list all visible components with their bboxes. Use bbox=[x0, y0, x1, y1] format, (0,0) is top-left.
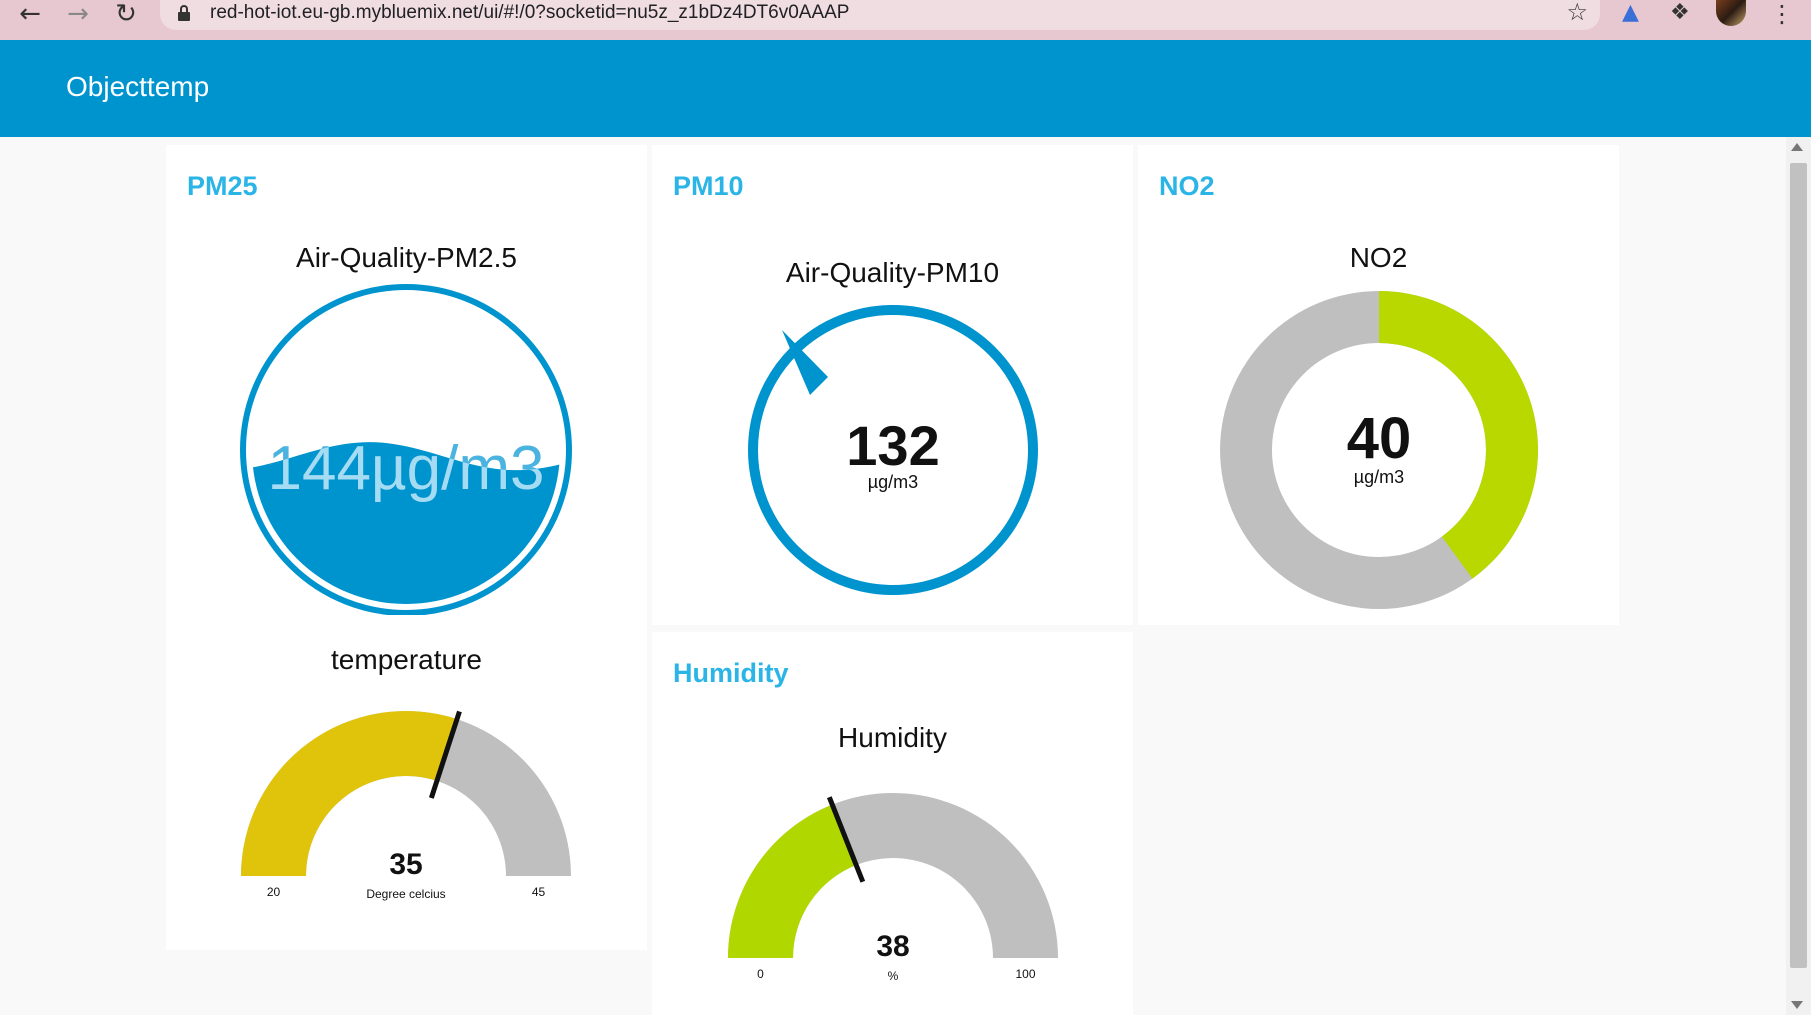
humidity-gauge-max: 100 bbox=[1015, 967, 1035, 981]
temperature-gauge-fill bbox=[241, 711, 457, 876]
liquid-gauge: 144µg/m3 144µg/m3 bbox=[240, 284, 572, 615]
liquid-gauge-label: Air-Quality-PM2.5 bbox=[296, 242, 517, 273]
star-icon[interactable]: ☆ bbox=[1566, 0, 1588, 26]
temperature-gauge-max: 45 bbox=[532, 885, 546, 899]
donut-gauge: 40 µg/m3 bbox=[1220, 291, 1538, 609]
group-humidity: Humidity Humidity 38 % 0 100 bbox=[652, 632, 1133, 1015]
compass-gauge-unit: µg/m3 bbox=[868, 472, 918, 492]
url-text[interactable]: red-hot-iot.eu-gb.mybluemix.net/ui/#!/0?… bbox=[210, 2, 849, 24]
scroll-thumb[interactable] bbox=[1790, 163, 1807, 968]
reload-icon[interactable]: ↻ bbox=[108, 0, 144, 29]
compass-gauge: 132 µg/m3 bbox=[748, 305, 1038, 595]
humidity-gauge-fill bbox=[728, 804, 857, 958]
graduation-cap-icon[interactable]: ▲ bbox=[1622, 0, 1639, 25]
kebab-menu-icon[interactable]: ⋮ bbox=[1770, 0, 1794, 28]
humidity-gauge: 38 % 0 100 bbox=[728, 792, 1058, 983]
forward-arrow-icon[interactable]: → bbox=[60, 0, 96, 29]
scroll-up-icon[interactable] bbox=[1791, 143, 1803, 151]
temperature-gauge: 35 Degree celcius 20 45 bbox=[241, 710, 571, 901]
page-scrollbar[interactable] bbox=[1786, 137, 1811, 1015]
group-title-pm25: PM25 bbox=[187, 171, 258, 201]
humidity-gauge-value: 38 bbox=[876, 930, 909, 963]
group-title-no2: NO2 bbox=[1159, 171, 1215, 201]
compass-gauge-value: 132 bbox=[846, 414, 939, 477]
scroll-down-icon[interactable] bbox=[1791, 1001, 1803, 1009]
group-pm25: PM25 Air-Quality-PM2.5 144µg/m3 144µg/m3… bbox=[166, 145, 647, 950]
address-bar[interactable]: red-hot-iot.eu-gb.mybluemix.net/ui/#!/0?… bbox=[160, 0, 1600, 30]
avatar[interactable] bbox=[1716, 0, 1746, 26]
humidity-gauge-label: Humidity bbox=[838, 722, 947, 753]
group-pm10: PM10 Air-Quality-PM10 132 µg/m3 bbox=[652, 145, 1133, 625]
temperature-gauge-units: Degree celcius bbox=[366, 887, 445, 901]
temperature-gauge-value: 35 bbox=[389, 848, 422, 881]
donut-gauge-unit: µg/m3 bbox=[1354, 467, 1404, 487]
group-title-humidity: Humidity bbox=[673, 658, 789, 688]
puzzle-icon[interactable]: ❖ bbox=[1670, 0, 1690, 25]
app-toolbar: Objecttemp bbox=[0, 40, 1811, 137]
lock-icon bbox=[178, 5, 190, 21]
page-title: Objecttemp bbox=[66, 71, 210, 102]
back-arrow-icon[interactable]: ← bbox=[12, 0, 48, 29]
humidity-gauge-units: % bbox=[888, 969, 899, 983]
group-no2: NO2 NO2 40 µg/m3 bbox=[1138, 145, 1619, 625]
donut-gauge-label: NO2 bbox=[1349, 242, 1408, 273]
temperature-gauge-label: temperature bbox=[331, 644, 482, 675]
group-title-pm10: PM10 bbox=[673, 171, 744, 201]
temperature-gauge-min: 20 bbox=[267, 885, 281, 899]
humidity-gauge-min: 0 bbox=[757, 967, 764, 981]
browser-chrome: ← → ↻ red-hot-iot.eu-gb.mybluemix.net/ui… bbox=[0, 0, 1811, 40]
donut-gauge-value: 40 bbox=[1347, 406, 1412, 471]
